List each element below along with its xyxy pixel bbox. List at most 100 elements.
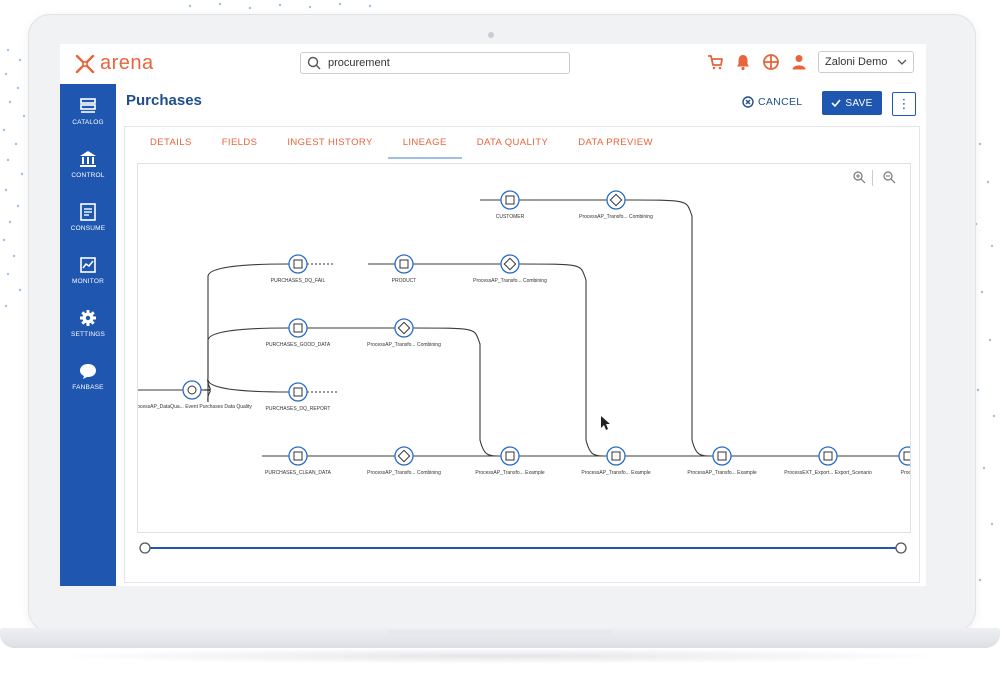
mouse-cursor bbox=[601, 416, 610, 430]
tab-data-quality[interactable]: DATA QUALITY bbox=[462, 127, 564, 157]
lineage-node[interactable]: ProcessAP_Transfo... Combining bbox=[579, 190, 653, 220]
decorative-dots-top bbox=[188, 2, 372, 10]
lineage-node-label: Proc... bbox=[901, 470, 910, 476]
lineage-node[interactable]: PURCHASES_CLEAN_DATA bbox=[265, 446, 332, 476]
lineage-node-label: ProcessAP_Transfo... Example bbox=[475, 470, 545, 476]
bell-icon[interactable] bbox=[734, 53, 752, 71]
chevron-down-icon bbox=[897, 59, 907, 65]
more-options-button[interactable]: ⋮ bbox=[892, 92, 916, 116]
app-screen: arena procurement Zaloni Demo CATALOG CO… bbox=[60, 44, 926, 586]
user-menu[interactable]: Zaloni Demo bbox=[818, 51, 914, 73]
page-title: Purchases bbox=[126, 92, 202, 109]
tab-details[interactable]: DETAILS bbox=[135, 127, 207, 157]
sidebar-item-label: CATALOG bbox=[72, 119, 104, 126]
cancel-button[interactable]: CANCEL bbox=[742, 96, 802, 108]
lineage-node[interactable]: CUSTOMER bbox=[496, 190, 525, 220]
timeline-slider[interactable] bbox=[139, 541, 907, 555]
tab-lineage[interactable]: LINEAGE bbox=[387, 127, 462, 159]
lineage-node-circle bbox=[818, 446, 838, 466]
lineage-edge bbox=[200, 327, 290, 391]
lineage-node-label: ProcessAP_Transfo... Example bbox=[687, 470, 757, 476]
lineage-node-label: ProcessAP_Transfo... Combining bbox=[579, 214, 653, 220]
laptop-shadow bbox=[40, 648, 960, 664]
user-icon[interactable] bbox=[790, 53, 808, 71]
lineage-node-circle bbox=[712, 446, 732, 466]
lineage-node[interactable]: ProcessEXT_Export... Export_Scenario bbox=[784, 446, 872, 476]
lineage-node[interactable]: ProcessAP_Transfo... Example bbox=[581, 446, 651, 476]
search-box[interactable] bbox=[300, 52, 570, 74]
check-icon bbox=[831, 99, 842, 108]
lineage-edge bbox=[200, 379, 290, 403]
lineage-node-label: PURCHASES_GOOD_DATA bbox=[266, 342, 331, 348]
lineage-node-circle bbox=[288, 382, 308, 402]
lineage-node[interactable]: ProcessAP_Transfo... Example bbox=[687, 446, 757, 476]
lineage-node-circle bbox=[288, 446, 308, 466]
sidebar-item-fanbase[interactable]: FANBASE bbox=[60, 357, 116, 403]
tab-ingest-history[interactable]: INGEST HISTORY bbox=[272, 127, 387, 157]
cancel-icon bbox=[742, 96, 754, 108]
lineage-node-circle bbox=[500, 190, 520, 210]
lineage-node-circle bbox=[288, 318, 308, 338]
lineage-node[interactable]: ProcessAP_Transfo... Example bbox=[475, 446, 545, 476]
search-input[interactable] bbox=[326, 56, 560, 70]
lineage-node[interactable]: ProcessAP_DataQua... Event Purchases Dat… bbox=[138, 380, 252, 410]
save-button[interactable]: SAVE bbox=[822, 91, 882, 115]
catalog-icon bbox=[80, 98, 96, 113]
lineage-node[interactable]: PURCHASES_DQ_FAIL bbox=[271, 254, 326, 284]
cart-icon[interactable] bbox=[706, 53, 724, 71]
control-icon bbox=[80, 151, 96, 167]
slider-start-handle bbox=[139, 542, 151, 554]
slider-end-handle bbox=[895, 542, 907, 554]
lineage-node-label: ProcessAP_Transfo... Example bbox=[581, 470, 651, 476]
app-name: arena bbox=[100, 52, 154, 74]
lineage-node[interactable]: ProcessAP_Transfo... Combining bbox=[473, 254, 547, 284]
lineage-node-label: ProcessAP_Transfo... Combining bbox=[367, 470, 441, 476]
lineage-edge bbox=[518, 263, 608, 457]
sidebar-item-label: CONTROL bbox=[71, 172, 105, 179]
laptop-notch bbox=[388, 630, 612, 638]
lineage-node[interactable]: ProcessAP_Transfo... Combining bbox=[367, 446, 441, 476]
sidebar-item-catalog[interactable]: CATALOG bbox=[60, 92, 116, 138]
top-bar: arena procurement Zaloni Demo bbox=[60, 44, 926, 85]
lineage-node[interactable]: PURCHASES_DQ_REPORT bbox=[266, 382, 331, 412]
tab-data-preview[interactable]: DATA PREVIEW bbox=[563, 127, 668, 157]
app-logo[interactable]: arena bbox=[74, 52, 154, 75]
user-name: Zaloni Demo bbox=[825, 56, 888, 68]
details-panel: DETAILS FIELDS INGEST HISTORY LINEAGE DA… bbox=[124, 126, 920, 583]
sidebar-item-consume[interactable]: CONSUME bbox=[60, 198, 116, 244]
laptop-camera bbox=[488, 32, 494, 38]
lineage-node[interactable]: PRODUCT bbox=[392, 254, 417, 284]
sidebar-item-label: MONITOR bbox=[72, 278, 104, 285]
lineage-canvas[interactable]: ProcessAP_DataQua... Event Purchases Dat… bbox=[137, 163, 911, 533]
search-icon bbox=[307, 56, 321, 70]
sidebar: CATALOG CONTROL CONSUME MONITOR SETTINGS… bbox=[60, 84, 116, 586]
lineage-node[interactable]: PURCHASES_GOOD_DATA bbox=[266, 318, 331, 348]
lifebuoy-icon[interactable] bbox=[762, 53, 780, 71]
lineage-edge bbox=[624, 199, 714, 457]
lineage-node-label: PRODUCT bbox=[392, 278, 417, 284]
lineage-graph: ProcessAP_DataQua... Event Purchases Dat… bbox=[138, 190, 910, 476]
lineage-node-label: CUSTOMER bbox=[496, 214, 525, 220]
sidebar-item-settings[interactable]: SETTINGS bbox=[60, 304, 116, 350]
gear-icon bbox=[80, 310, 96, 326]
lineage-node-label: PURCHASES_DQ_FAIL bbox=[271, 278, 326, 284]
sidebar-item-control[interactable]: CONTROL bbox=[60, 145, 116, 191]
sidebar-item-monitor[interactable]: MONITOR bbox=[60, 251, 116, 297]
lineage-node-label: PURCHASES_DQ_REPORT bbox=[266, 406, 331, 412]
lineage-node-circle bbox=[394, 254, 414, 274]
arena-logo-icon bbox=[75, 54, 95, 73]
sidebar-item-label: CONSUME bbox=[70, 225, 106, 232]
lineage-node-circle bbox=[288, 254, 308, 274]
lineage-node-label: ProcessEXT_Export... Export_Scenario bbox=[784, 470, 872, 476]
lineage-node-circle bbox=[606, 446, 626, 466]
tab-fields[interactable]: FIELDS bbox=[207, 127, 273, 157]
lineage-node-label: ProcessAP_DataQua... Event Purchases Dat… bbox=[138, 404, 252, 410]
lineage-node-label: ProcessAP_Transfo... Combining bbox=[473, 278, 547, 284]
cancel-label: CANCEL bbox=[758, 96, 803, 108]
monitor-icon bbox=[80, 257, 96, 273]
lineage-node-label: ProcessAP_Transfo... Combining bbox=[367, 342, 441, 348]
tab-bar: DETAILS FIELDS INGEST HISTORY LINEAGE DA… bbox=[135, 127, 668, 159]
lineage-node[interactable]: Proc... bbox=[898, 446, 910, 476]
lineage-node[interactable]: ProcessAP_Transfo... Combining bbox=[367, 318, 441, 348]
save-label: SAVE bbox=[845, 97, 873, 109]
